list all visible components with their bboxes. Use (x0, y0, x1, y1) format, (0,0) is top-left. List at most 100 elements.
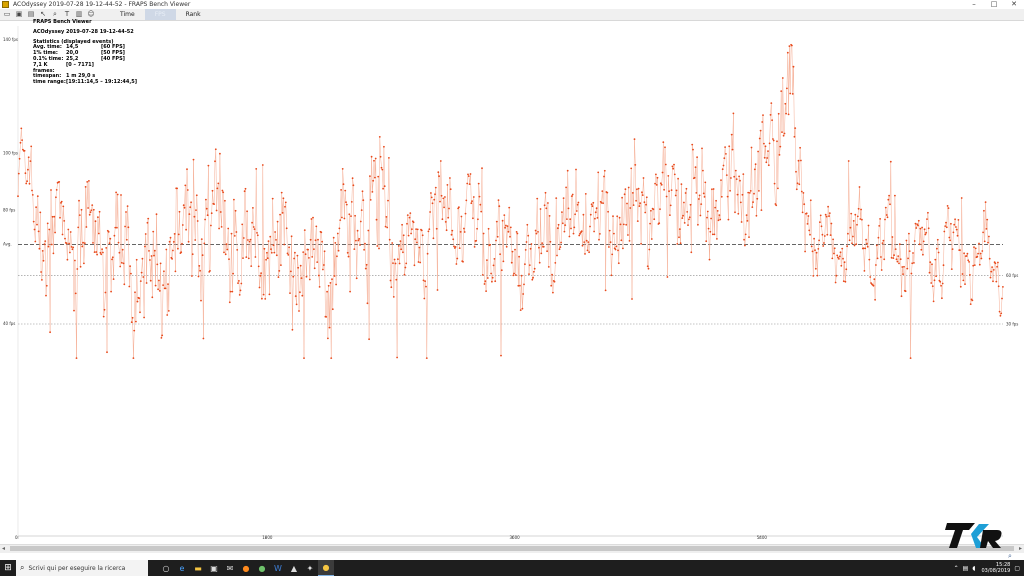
fps-data-point (368, 338, 370, 341)
fps-data-point (750, 146, 753, 149)
fps-data-point (968, 261, 970, 263)
fps-data-point (399, 240, 402, 243)
windows-icon[interactable]: ⊞ (0, 560, 16, 576)
fps-data-point (645, 203, 647, 206)
fps-data-point (383, 185, 386, 188)
stats-file-name: ACOdyssey 2019-07-28 19-12-44-52 (33, 28, 134, 35)
fps-data-point (573, 226, 576, 229)
fps-data-point (205, 207, 208, 210)
fps-data-point (374, 176, 376, 179)
fps-data-point (266, 257, 269, 260)
open-folder-icon[interactable]: ▭ (2, 10, 12, 19)
fps-data-point (667, 175, 670, 177)
chevron-up-icon[interactable]: ⌃ (954, 565, 959, 572)
fps-data-point (172, 249, 174, 252)
fps-data-point (167, 310, 170, 312)
fps-data-point (356, 229, 359, 232)
fps-data-point (505, 245, 508, 248)
fps-data-point (111, 258, 113, 261)
fps-data-point (873, 278, 876, 281)
chrome-icon[interactable]: ● (254, 560, 270, 576)
cursor-icon[interactable]: ↖ (38, 10, 48, 19)
tab-fps[interactable]: FPS (144, 9, 176, 20)
fraps-icon[interactable]: ● (318, 560, 334, 576)
minimize-button[interactable]: – (964, 0, 984, 9)
fps-data-point (718, 214, 721, 217)
fps-data-point (685, 187, 688, 190)
scroll-right-icon[interactable]: ▸ (1019, 545, 1022, 553)
firefox-icon[interactable]: ● (238, 560, 254, 576)
fps-data-point (281, 212, 284, 214)
fps-data-point (425, 357, 428, 359)
fps-data-point (743, 238, 745, 241)
fps-data-point (787, 113, 790, 116)
fps-data-point (248, 240, 251, 243)
fps-data-point (584, 253, 586, 255)
maximize-button[interactable]: □ (984, 0, 1004, 9)
fps-data-point (78, 214, 81, 217)
edge-icon[interactable]: e (174, 560, 190, 576)
fps-data-point (470, 202, 473, 205)
fps-data-point (280, 191, 283, 194)
fps-data-point (564, 224, 567, 227)
word-icon[interactable]: W (270, 560, 286, 576)
fps-plot-area[interactable]: 140 fps 100 fps Avg. 80 fps 40 fps 0 1800 3600 5… (0, 20, 1024, 544)
fps-data-point (504, 226, 506, 229)
notifications-icon[interactable]: ▢ (1014, 565, 1020, 572)
fps-data-point (835, 274, 838, 277)
fps-data-point (127, 226, 130, 229)
fps-data-point (748, 236, 750, 239)
steam-icon[interactable]: ✦ (302, 560, 318, 576)
store-icon[interactable]: ▣ (206, 560, 222, 576)
fps-data-point (898, 243, 901, 246)
tab-rank[interactable]: Rank (176, 9, 211, 20)
fps-data-point (426, 252, 429, 255)
bar-chart-icon[interactable]: ▥ (74, 10, 84, 19)
person-icon[interactable]: ☺ (86, 10, 96, 19)
close-button[interactable]: ✕ (1004, 0, 1024, 9)
fps-data-point (945, 226, 948, 229)
photos-icon[interactable]: ▲ (286, 560, 302, 576)
fps-data-point (989, 276, 992, 279)
fps-data-point (109, 237, 112, 240)
zoom-icon[interactable]: ⌕ (50, 10, 60, 19)
fps-data-point (346, 251, 349, 254)
text-icon[interactable]: T (62, 10, 72, 19)
fps-data-point (215, 209, 218, 212)
scroll-left-icon[interactable]: ◂ (2, 545, 5, 553)
task-view-icon[interactable]: ○ (158, 560, 174, 576)
fps-data-point (918, 243, 921, 246)
fps-data-point (191, 275, 193, 277)
fps-data-point (631, 192, 634, 194)
fps-data-point (894, 248, 897, 251)
horizontal-scrollbar[interactable]: ◂ ▸ (0, 544, 1024, 553)
fps-data-point (711, 233, 714, 236)
fps-data-point (72, 246, 75, 249)
file-explorer-icon[interactable]: ▬ (190, 560, 206, 576)
fps-data-point (539, 208, 542, 210)
tab-time[interactable]: Time (110, 9, 145, 20)
fps-chart[interactable]: 140 fps 100 fps Avg. 80 fps 40 fps 0 1800 3600 5… (0, 20, 1024, 544)
taskbar-clock[interactable]: 15:28 03/08/2019 (982, 562, 1011, 574)
fps-data-point (44, 240, 47, 243)
fps-data-point (660, 183, 663, 186)
fps-data-point (910, 272, 913, 275)
fps-data-point (444, 221, 447, 223)
fps-data-point (891, 236, 894, 238)
fps-data-point (714, 206, 717, 209)
taskbar-search[interactable]: ⌕ Scrivi qui per eseguire la ricerca (16, 560, 148, 576)
fps-data-point (74, 259, 76, 262)
fps-data-point (120, 194, 122, 196)
fps-data-point (625, 223, 628, 226)
scrollbar-thumb[interactable] (10, 546, 1014, 551)
fps-data-point (435, 227, 438, 230)
fps-data-point (856, 215, 859, 218)
mail-icon[interactable]: ✉ (222, 560, 238, 576)
save-all-icon[interactable]: ▤ (26, 10, 36, 19)
fps-data-point (313, 248, 315, 251)
fps-data-point (197, 275, 200, 278)
save-icon[interactable]: ▣ (14, 10, 24, 19)
volume-icon[interactable]: ◖ (972, 565, 975, 572)
fps-data-point (565, 186, 567, 189)
network-icon[interactable]: ▤ (963, 565, 969, 572)
